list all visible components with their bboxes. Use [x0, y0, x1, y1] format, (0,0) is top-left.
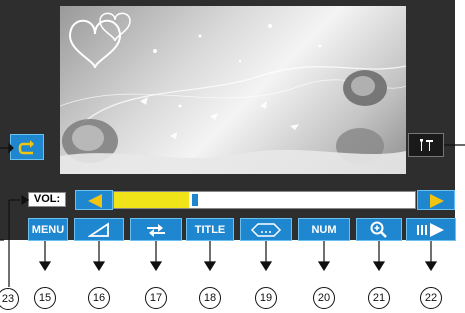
pointer-arrow-1 [8, 142, 14, 154]
callout-22: 22 [420, 287, 442, 309]
callout-15: 15 [34, 287, 56, 309]
callout-18: 18 [199, 287, 221, 309]
callout-20: 20 [313, 287, 335, 309]
callout-leader-lines [0, 142, 465, 287]
callout-17: 17 [145, 287, 167, 309]
callout-21: 21 [368, 287, 390, 309]
callout-19: 19 [255, 287, 277, 309]
callout-16: 16 [88, 287, 110, 309]
pointer-arrow-2 [21, 194, 30, 206]
